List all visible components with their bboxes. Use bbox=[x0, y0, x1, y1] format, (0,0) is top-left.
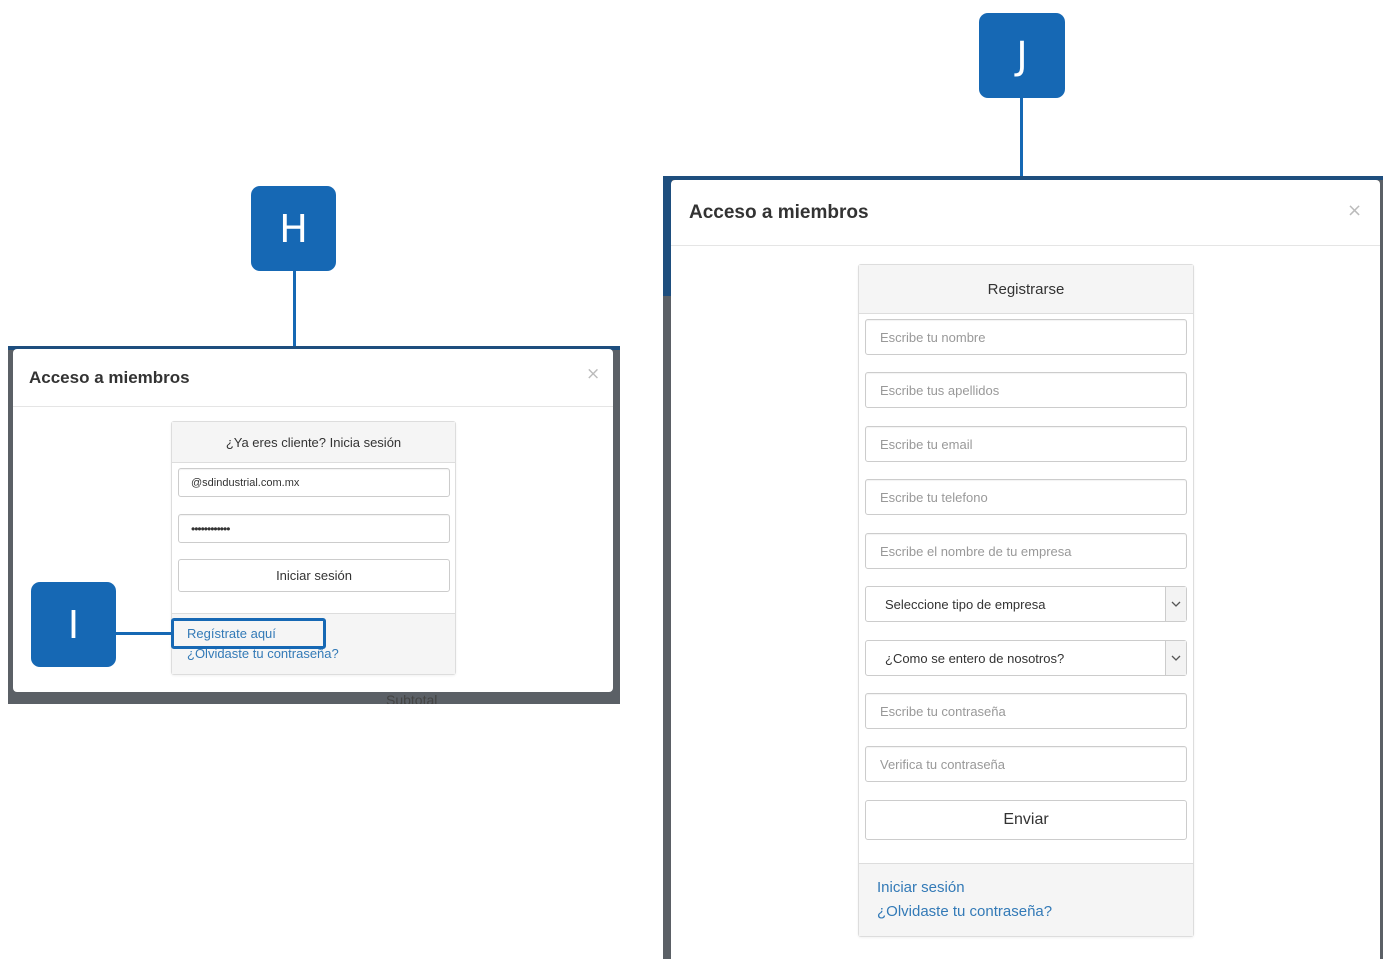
password-field-value: •••••••••••• bbox=[191, 521, 230, 536]
callout-h-badge: H bbox=[251, 186, 336, 271]
callout-h-label: H bbox=[279, 206, 308, 251]
callout-i-label: I bbox=[67, 602, 80, 647]
password-field[interactable]: •••••••••••• bbox=[178, 514, 450, 543]
name-field[interactable]: Escribe tu nombre bbox=[865, 319, 1187, 355]
callout-j-connector bbox=[1020, 97, 1023, 178]
close-icon[interactable]: × bbox=[586, 364, 600, 384]
chevron-down-icon bbox=[1165, 587, 1186, 621]
background-subtotal-text: Subtotal bbox=[386, 692, 438, 704]
source-select-value: ¿Como se entero de nosotros? bbox=[885, 650, 1065, 666]
register-modal-title: Acceso a miembros bbox=[689, 202, 869, 223]
email-field[interactable]: Escribe tu email bbox=[865, 426, 1187, 462]
email-field-value: @sdindustrial.com.mx bbox=[191, 476, 300, 489]
register-modal: Acceso a miembros × Registrarse Escribe … bbox=[671, 180, 1380, 959]
chevron-down-icon bbox=[1165, 641, 1186, 675]
lastname-field-placeholder: Escribe tus apellidos bbox=[880, 382, 1000, 398]
callout-j-label: J bbox=[1016, 33, 1028, 78]
callout-i-connector bbox=[115, 632, 172, 635]
register-link-highlight bbox=[171, 618, 326, 649]
password-confirm-field-placeholder: Verifica tu contraseña bbox=[880, 756, 1006, 772]
register-panel: Registrarse Escribe tu nombre Escribe tu… bbox=[858, 264, 1194, 937]
close-icon[interactable]: × bbox=[1347, 200, 1362, 221]
password-field[interactable]: Escribe tu contraseña bbox=[865, 693, 1187, 729]
register-modal-header: Acceso a miembros × bbox=[671, 180, 1380, 246]
login-panel-heading: ¿Ya eres cliente? Inicia sesión bbox=[172, 422, 455, 463]
company-type-select-value: Seleccione tipo de empresa bbox=[885, 596, 1046, 612]
register-panel-footer: Iniciar sesión ¿Olvidaste tu contraseña? bbox=[859, 863, 1193, 936]
company-field[interactable]: Escribe el nombre de tu empresa bbox=[865, 533, 1187, 569]
company-field-placeholder: Escribe el nombre de tu empresa bbox=[880, 543, 1072, 559]
callout-h-connector bbox=[293, 270, 296, 350]
login-modal-title: Acceso a miembros bbox=[29, 368, 190, 387]
phone-field-placeholder: Escribe tu telefono bbox=[880, 489, 988, 505]
login-modal-header: Acceso a miembros × bbox=[13, 349, 613, 407]
forgot-password-link[interactable]: ¿Olvidaste tu contraseña? bbox=[877, 903, 1052, 920]
email-field-placeholder: Escribe tu email bbox=[880, 436, 973, 452]
source-select[interactable]: ¿Como se entero de nosotros? bbox=[865, 640, 1187, 676]
register-screenshot-frame: Acceso a miembros × Registrarse Escribe … bbox=[663, 176, 1383, 959]
password-confirm-field[interactable]: Verifica tu contraseña bbox=[865, 746, 1187, 782]
email-field[interactable]: @sdindustrial.com.mx bbox=[178, 468, 450, 497]
login-submit-button[interactable]: Iniciar sesión bbox=[178, 559, 450, 592]
password-field-placeholder: Escribe tu contraseña bbox=[880, 703, 1006, 719]
login-link[interactable]: Iniciar sesión bbox=[877, 879, 965, 896]
callout-j-badge: J bbox=[979, 13, 1065, 98]
company-type-select[interactable]: Seleccione tipo de empresa bbox=[865, 586, 1187, 622]
phone-field[interactable]: Escribe tu telefono bbox=[865, 479, 1187, 515]
name-field-placeholder: Escribe tu nombre bbox=[880, 329, 986, 345]
lastname-field[interactable]: Escribe tus apellidos bbox=[865, 372, 1187, 408]
callout-i-badge: I bbox=[31, 582, 116, 667]
register-panel-heading: Registrarse bbox=[859, 265, 1193, 314]
register-submit-button[interactable]: Enviar bbox=[865, 800, 1187, 840]
